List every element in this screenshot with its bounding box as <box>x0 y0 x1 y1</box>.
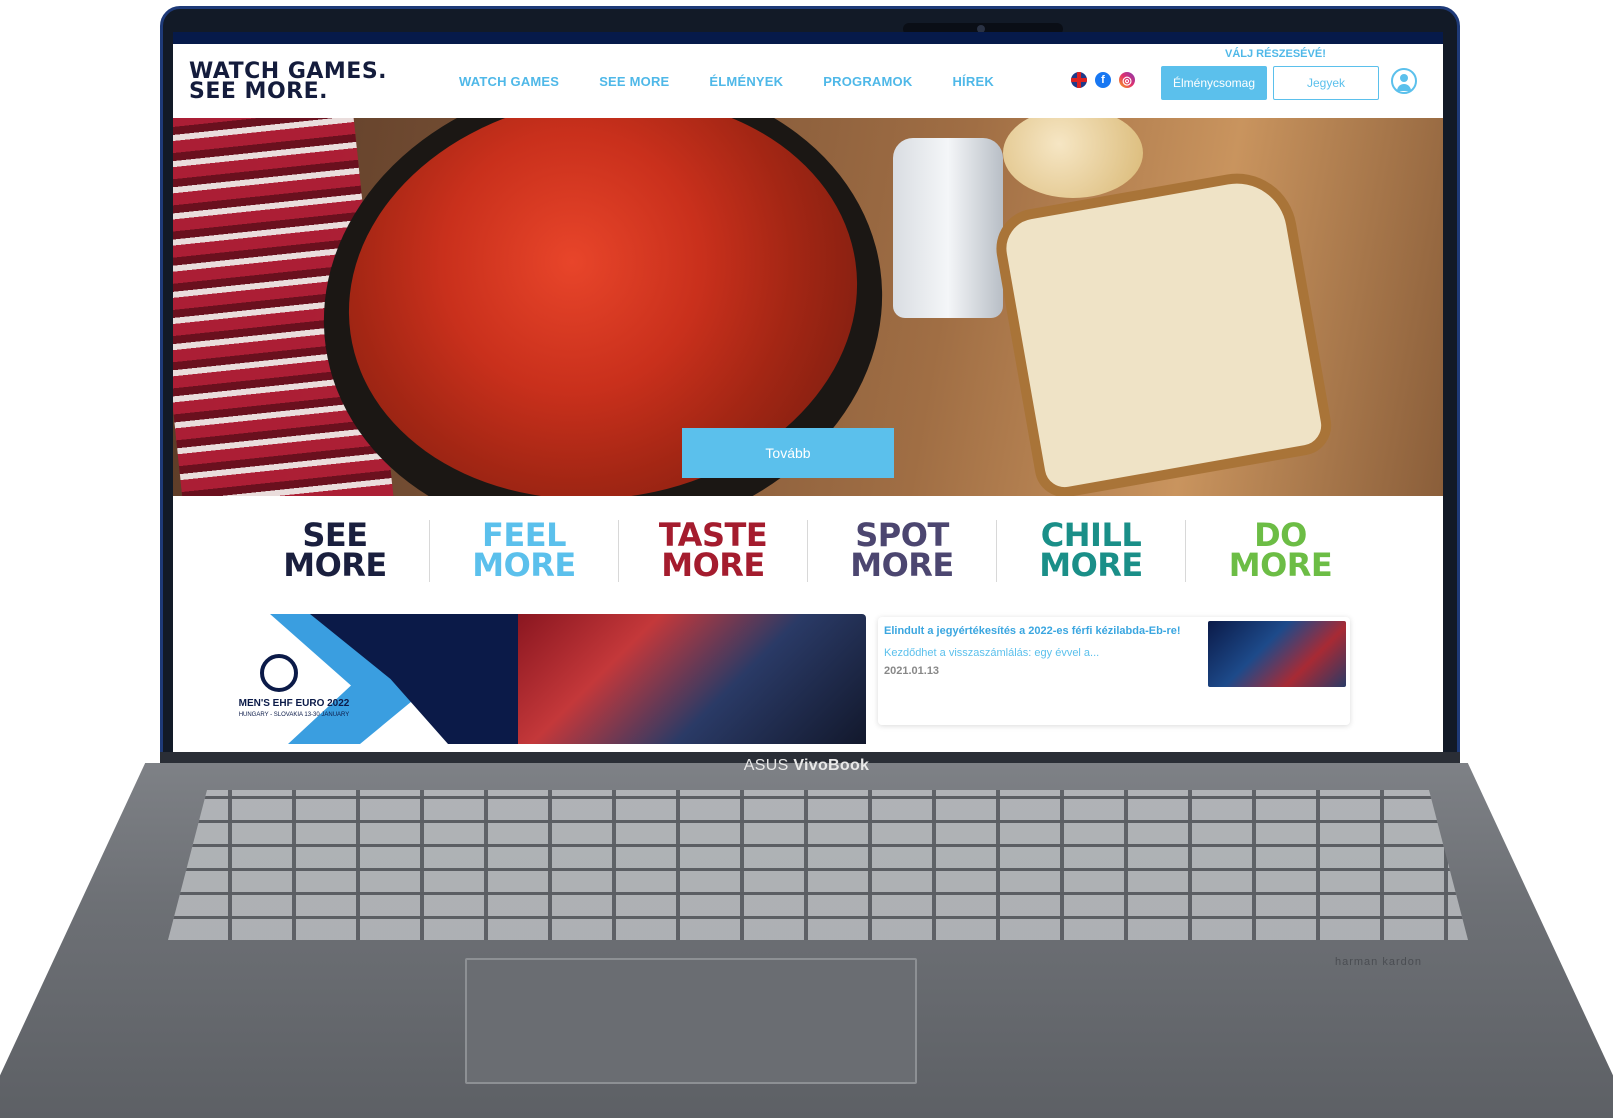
nav-elmenyek[interactable]: ÉLMÉNYEK <box>709 74 783 89</box>
uk-flag-icon[interactable] <box>1071 72 1087 88</box>
news-title[interactable]: Elindult a jegyértékesítés a 2022-es fér… <box>884 625 1204 637</box>
nav-hirek[interactable]: HÍREK <box>952 74 993 89</box>
spot-more-link[interactable]: SPOT MORE <box>808 519 997 584</box>
elmenycsomag-button[interactable]: Élménycsomag <box>1161 66 1267 100</box>
ehf-logo-icon <box>260 654 298 692</box>
hero-image: Tovább <box>173 118 1443 496</box>
banner-title: MEN'S EHF EURO 2022 <box>238 698 350 709</box>
logo-line-2: SEE MORE. <box>189 79 328 104</box>
top-strip <box>173 32 1443 44</box>
do-more-link[interactable]: DO MORE <box>1186 519 1375 584</box>
feel-more-link[interactable]: FEEL MORE <box>430 519 619 584</box>
chill-more-link[interactable]: CHILL MORE <box>997 519 1186 584</box>
site-logo[interactable]: WATCH GAMES. SEE MORE. <box>189 61 387 104</box>
brand-model: VivoBook <box>793 757 870 774</box>
category-more: MORE <box>661 546 765 584</box>
salt-shaker-graphic <box>893 138 1003 318</box>
brand-prefix: ASUS <box>743 757 789 774</box>
category-more: MORE <box>850 546 954 584</box>
news-card[interactable]: Elindult a jegyértékesítés a 2022-es fér… <box>878 617 1350 725</box>
category-more: MORE <box>1228 546 1333 584</box>
banner-subtitle: HUNGARY - SLOVAKIA 13-30 JANUARY <box>238 712 350 718</box>
bread-graphic <box>990 164 1336 496</box>
site-header: WATCH GAMES. SEE MORE. WATCH GAMES SEE M… <box>173 44 1443 118</box>
browser-screen: WATCH GAMES. SEE MORE. WATCH GAMES SEE M… <box>173 32 1443 752</box>
jegyek-button[interactable]: Jegyek <box>1273 66 1379 100</box>
category-more: MORE <box>1039 546 1143 584</box>
category-more: MORE <box>472 546 576 584</box>
laptop-brand: ASUS VivoBook <box>0 757 1613 775</box>
ehf-euro-banner[interactable]: MEN'S EHF EURO 2022 HUNGARY - SLOVAKIA 1… <box>230 614 866 744</box>
speaker-brand: harman kardon <box>1335 956 1422 968</box>
facebook-icon[interactable]: f <box>1095 72 1111 88</box>
social-icons: f ◎ <box>1071 72 1135 88</box>
nav-programok[interactable]: PROGRAMOK <box>823 74 912 89</box>
see-more-link[interactable]: SEE MORE <box>241 519 430 584</box>
instagram-icon[interactable]: ◎ <box>1119 72 1135 88</box>
cta-caption: VÁLJ RÉSZESÉVÉ! <box>1225 48 1326 60</box>
category-more: MORE <box>283 546 387 584</box>
nav-watch-games[interactable]: WATCH GAMES <box>459 74 559 89</box>
taste-more-link[interactable]: TASTE MORE <box>619 519 808 584</box>
news-excerpt: Kezdődhet a visszaszámlálás: egy évvel a… <box>884 647 1100 659</box>
more-categories: SEE MORE FEEL MORE TASTE MORE SPOT MORE … <box>241 519 1391 584</box>
news-date: 2021.01.13 <box>884 665 940 677</box>
trackpad <box>465 958 917 1084</box>
tovabb-button[interactable]: Tovább <box>682 428 894 478</box>
user-icon[interactable] <box>1391 68 1417 94</box>
nav-see-more[interactable]: SEE MORE <box>599 74 669 89</box>
main-nav: WATCH GAMES SEE MORE ÉLMÉNYEK PROGRAMOK … <box>459 74 1034 89</box>
keyboard-rows <box>168 790 1468 940</box>
player-photo <box>518 614 866 744</box>
news-thumbnail[interactable] <box>1208 621 1346 687</box>
onion-graphic <box>1003 118 1143 198</box>
